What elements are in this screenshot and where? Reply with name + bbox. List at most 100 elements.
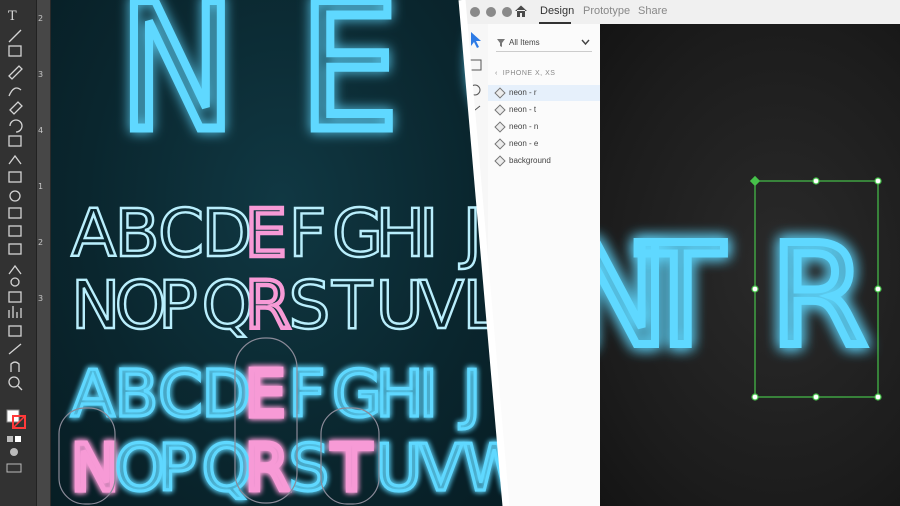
layer-row[interactable]: neon - r: [488, 85, 600, 101]
warp-tool-icon[interactable]: [8, 154, 22, 165]
ruler-mark: 4: [38, 126, 44, 135]
glyph-r[interactable]: R: [243, 265, 293, 346]
graph-tool-icon[interactable]: [8, 306, 22, 318]
shape-builder-icon[interactable]: [9, 190, 21, 202]
mesh-tool-icon[interactable]: [8, 225, 22, 237]
vertical-ruler: 2 3 4 1 2 3: [36, 0, 51, 506]
resize-handle: [751, 393, 759, 401]
rectangle-tool-icon[interactable]: [8, 45, 22, 57]
glyph-h[interactable]: H: [374, 194, 426, 273]
select-tool-icon[interactable]: [471, 32, 481, 48]
glyph-s[interactable]: S: [287, 266, 331, 345]
glyph-i[interactable]: I: [418, 194, 440, 273]
ruler-mark: 2: [38, 238, 44, 247]
glyph-i[interactable]: I: [417, 356, 439, 433]
eraser-icon[interactable]: [9, 101, 23, 115]
layer-name: neon - t: [509, 105, 537, 114]
layer-row[interactable]: neon - t: [488, 102, 600, 118]
screen-mode-icon[interactable]: [6, 463, 22, 473]
glyph-n[interactable]: N: [70, 266, 122, 345]
glyph-j[interactable]: J: [457, 194, 483, 273]
scale-tool-icon[interactable]: [8, 135, 22, 147]
close-window-button[interactable]: [470, 7, 480, 17]
type-tool-icon[interactable]: T: [8, 9, 17, 24]
glyph-d[interactable]: D: [200, 356, 252, 433]
rotate-tool-icon[interactable]: [9, 119, 23, 133]
glyph-g[interactable]: G: [330, 356, 383, 433]
layer-row[interactable]: background: [488, 153, 600, 169]
chevron-down-icon: [581, 39, 590, 46]
glyph-f[interactable]: F: [287, 356, 327, 433]
eyedropper-icon[interactable]: [8, 264, 22, 275]
gradient-tool-icon[interactable]: [8, 243, 22, 255]
glyph-c[interactable]: C: [156, 356, 204, 433]
home-icon[interactable]: [514, 4, 528, 18]
glyph-b[interactable]: B: [113, 356, 160, 433]
artboard-tool-icon[interactable]: [8, 325, 22, 337]
paintbrush-icon[interactable]: [8, 65, 23, 80]
resize-handle: [812, 177, 820, 185]
headline-text: NEO: [119, 0, 512, 170]
ruler-mark: 3: [38, 294, 44, 303]
alphabet-row-2: NOP QRS T UVL: [70, 265, 501, 346]
layer-row[interactable]: neon - e: [488, 136, 600, 152]
glyph-a[interactable]: A: [69, 356, 116, 433]
canvas-letter-t: T: [637, 215, 724, 378]
tab-prototype[interactable]: Prototype: [583, 5, 630, 17]
ruler-mark: 2: [38, 14, 44, 23]
tab-design[interactable]: Design: [540, 5, 574, 17]
fill-stroke-swatches[interactable]: [6, 409, 26, 429]
layer-name: neon - r: [509, 88, 537, 97]
glyph-a[interactable]: A: [70, 194, 118, 273]
zoom-tool-icon[interactable]: [8, 376, 20, 388]
minimize-window-button[interactable]: [486, 7, 496, 17]
slice-tool-icon[interactable]: [8, 343, 22, 355]
layers-filter[interactable]: All Items: [496, 37, 592, 52]
symbol-sprayer-icon[interactable]: [8, 291, 22, 303]
glyph-u[interactable]: U: [374, 430, 424, 506]
glyph-s[interactable]: S: [287, 430, 331, 506]
component-icon: [494, 138, 506, 150]
layer-row[interactable]: neon - n: [488, 119, 600, 135]
glyph-e[interactable]: E: [242, 355, 288, 434]
line-tool-icon[interactable]: [8, 29, 22, 43]
blend-tool-icon[interactable]: [10, 277, 20, 287]
layer-name: background: [509, 156, 551, 165]
glyph-f[interactable]: F: [287, 194, 327, 273]
glyph-h[interactable]: H: [374, 356, 425, 433]
perspective-grid-icon[interactable]: [8, 207, 22, 219]
glyph-u[interactable]: U: [374, 266, 425, 345]
glyph-t[interactable]: T: [328, 429, 374, 506]
glyph-t[interactable]: T: [330, 266, 374, 345]
glyph-v[interactable]: V: [418, 266, 466, 345]
xd-canvas[interactable]: N T R: [600, 24, 900, 506]
glyph-b[interactable]: B: [113, 194, 161, 273]
maximize-window-button[interactable]: [502, 7, 512, 17]
glyph-p[interactable]: P: [156, 430, 198, 506]
glyph-r[interactable]: R: [242, 429, 292, 506]
glyph-v[interactable]: V: [417, 430, 464, 506]
component-icon: [494, 121, 506, 133]
draw-mode-icon[interactable]: [10, 448, 18, 456]
chevron-left-icon: ‹: [495, 70, 498, 77]
free-transform-icon[interactable]: [8, 171, 22, 183]
glyph-n[interactable]: N: [68, 429, 121, 506]
glyph-e[interactable]: E: [243, 193, 289, 274]
hand-tool-icon[interactable]: [10, 361, 20, 372]
alphabet-row-1: ABCDE F GHI J: [70, 193, 483, 274]
layer-name: neon - e: [509, 139, 539, 148]
tab-share[interactable]: Share: [638, 5, 667, 17]
shaper-tool-icon[interactable]: [8, 87, 22, 97]
xd-artwork: N T R: [600, 175, 882, 401]
ellipse-tool-icon[interactable]: [469, 84, 481, 96]
ruler-mark: 1: [38, 182, 44, 191]
glyph-p[interactable]: P: [157, 266, 199, 345]
artboard-header[interactable]: ‹ IPHONE X, XS: [495, 70, 555, 77]
xd-title-bar: Design Prototype Share: [462, 0, 900, 25]
glyph-j[interactable]: J: [457, 356, 483, 433]
resize-handle: [812, 393, 820, 401]
illustrator-canvas[interactable]: NEO ABCDEFGHIJ NOPQRSTUVL ABCDEFGHIJ NOP…: [51, 0, 512, 506]
color-mode-icon[interactable]: [7, 436, 13, 442]
rectangle-tool-icon[interactable]: [468, 59, 482, 71]
glyph-c[interactable]: C: [157, 194, 205, 273]
